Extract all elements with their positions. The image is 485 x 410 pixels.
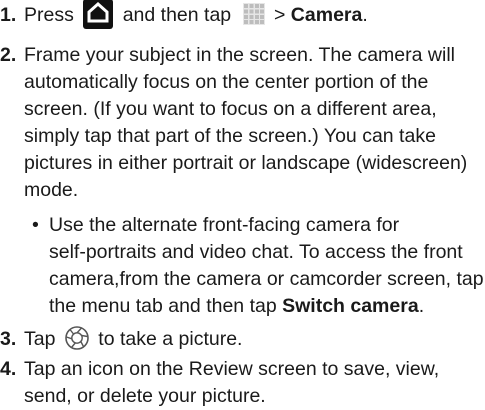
text-line: Use the alternate front-facing camera fo…: [49, 214, 400, 236]
text-line: simply tap that part of the screen.) You…: [24, 125, 436, 147]
step-text: Tap an icon on the Review screen to save…: [24, 356, 482, 410]
step-text: Frame your subject in the screen. The ca…: [24, 42, 482, 204]
text-line: automatically focus on the center portio…: [24, 71, 429, 93]
step-number: 1.: [0, 4, 17, 26]
apps-grid-icon: [242, 2, 265, 25]
text-line: Tap an icon on the Review screen to save…: [24, 358, 440, 380]
camera-label: Camera: [290, 4, 363, 26]
home-icon: [83, 0, 114, 29]
text-line: send, or delete your picture.: [24, 385, 266, 407]
step-number: 4.: [0, 358, 17, 380]
text-part: the menu tab and then tap: [49, 295, 283, 317]
camera-shutter-icon: [65, 326, 89, 350]
text-line: pictures in either portrait or landscape…: [24, 152, 468, 174]
text-line: screen. (If you want to focus on a diffe…: [24, 98, 437, 120]
text-line: the menu tab and then tap Switch camera.: [49, 293, 485, 320]
step-text: Press and then tap > Camera.: [24, 0, 482, 29]
step-text-part: Press: [24, 4, 74, 26]
sub-bullet-text: Use the alternate front-facing camera fo…: [49, 212, 485, 320]
step-text-part: >: [273, 4, 291, 26]
text-line: mode.: [24, 179, 79, 201]
step-text-part: .: [362, 4, 368, 26]
bullet-mark: •: [32, 214, 39, 236]
text-part: .: [418, 295, 425, 317]
text-line: Frame your subject in the screen. The ca…: [24, 44, 455, 66]
text-line: camera,from the camera or camcorder scre…: [49, 268, 484, 290]
step-text-part: to take a picture.: [98, 328, 243, 350]
step-text-part: and then tap: [122, 4, 232, 26]
step-text: Tap to take a picture.: [24, 326, 482, 353]
step-number: 3.: [0, 328, 17, 350]
step-text-part: Tap: [24, 328, 56, 350]
switch-camera-label: Switch camera: [282, 295, 419, 317]
step-number: 2.: [0, 44, 17, 66]
text-line: self-portraits and video chat. To access…: [49, 241, 463, 263]
